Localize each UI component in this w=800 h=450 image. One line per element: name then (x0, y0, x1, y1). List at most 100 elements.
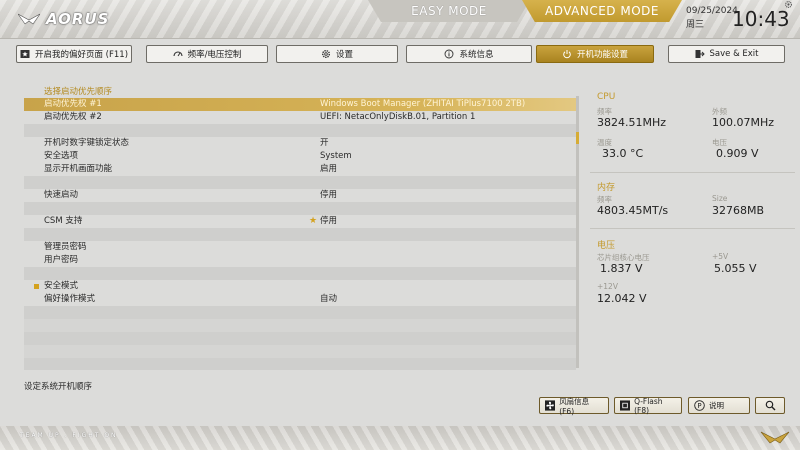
tab-label: 开启我的偏好页面 (F11) (34, 50, 129, 60)
tab-save-exit[interactable]: Save & Exit (668, 45, 785, 63)
list-item-admin-password[interactable]: 管理员密码 (24, 241, 576, 254)
item-label: 用户密码 (44, 255, 79, 265)
item-label: 安全模式 (44, 281, 79, 291)
blank-row (24, 358, 576, 370)
time-display: 10:43 (732, 7, 790, 31)
12v-value: 12.042 V (597, 292, 647, 305)
panel-divider (590, 228, 795, 229)
5v-label: +5V (712, 252, 729, 261)
blank-row (24, 228, 576, 241)
tab-favorites[interactable]: 开启我的偏好页面 (F11) (16, 45, 132, 63)
12v-label: +12V (597, 282, 618, 291)
list-item-fast-boot[interactable]: 快速启动 停用 (24, 189, 576, 202)
list-item-secure-boot[interactable]: 安全模式 (24, 280, 576, 293)
item-value[interactable]: UEFI: NetacOnlyDiskB.01, Partition 1 (320, 111, 475, 124)
blank-row (24, 176, 576, 189)
gear-icon (321, 50, 330, 58)
help-hint-text: 设定系统开机顺序 (24, 382, 93, 392)
memory-section-title: 内存 (597, 183, 616, 193)
qflash-label: Q-Flash (F8) (634, 396, 663, 415)
qflash-button[interactable]: Q-Flash (F8) (614, 396, 682, 415)
favorite-star-icon: ★ (309, 216, 318, 226)
item-label: 启动优先权 #1 (44, 99, 102, 109)
cpu-freq-value: 3824.51MHz (597, 116, 667, 129)
5v-value: 5.055 V (714, 262, 757, 275)
tab-label: 设置 (335, 50, 353, 60)
tab-tweaker[interactable]: 频率/电压控制 (146, 45, 268, 63)
list-item-boot-priority-1[interactable]: 启动优先权 #1 Windows Boot Manager (ZHITAI Ti… (24, 98, 576, 111)
date-display: 09/25/2024 周三 (686, 6, 738, 30)
search-icon (765, 400, 775, 411)
tab-settings[interactable]: 设置 (276, 45, 398, 63)
cpu-section-title: CPU (597, 92, 616, 102)
item-label: 管理员密码 (44, 242, 87, 252)
submenu-marker-icon (34, 284, 39, 289)
help-icon: P (694, 400, 705, 411)
star-icon (20, 50, 30, 58)
item-label: 启动优先权 #2 (44, 112, 102, 122)
list-item-security-option[interactable]: 安全选项 System (24, 150, 576, 163)
item-label: 偏好操作模式 (44, 294, 96, 304)
search-button[interactable] (755, 397, 785, 414)
exit-icon (695, 50, 705, 58)
list-item-user-password[interactable]: 用户密码 (24, 254, 576, 267)
blank-row (24, 319, 576, 332)
easy-mode-tab[interactable]: EASY MODE (368, 0, 530, 22)
aorus-logo: AORUS (18, 9, 109, 29)
blank-row (24, 202, 576, 215)
memory-size-value: 32768MB (712, 204, 765, 217)
item-value[interactable]: 停用 (320, 189, 337, 202)
fan-info-button[interactable]: 风扇信息 (F6) (539, 396, 609, 416)
settings-gear-icon[interactable] (784, 0, 793, 9)
voltage-section-title: 电压 (597, 241, 616, 251)
cpu-temp-value: 33.0 °C (602, 147, 644, 160)
item-value[interactable]: System (320, 150, 352, 163)
list-scrollbar[interactable] (576, 96, 579, 368)
item-label: 快速启动 (44, 190, 79, 200)
boot-settings-list: 选择启动优先顺序 启动优先权 #1 Windows Boot Manager (… (24, 82, 576, 370)
list-item-boot-priority-2[interactable]: 启动优先权 #2 UEFI: NetacOnlyDiskB.01, Partit… (24, 111, 576, 124)
info-icon (445, 49, 454, 59)
item-value[interactable]: 停用 (320, 215, 337, 228)
item-value[interactable]: 自动 (320, 293, 337, 306)
item-label: 安全选项 (44, 151, 79, 161)
cpu-volt-value: 0.909 V (716, 147, 759, 160)
help-label: 说明 (709, 401, 724, 410)
fan-icon (545, 400, 556, 411)
item-value[interactable]: Windows Boot Manager (ZHITAI TiPlus7100 … (320, 98, 525, 111)
date-text: 09/25/2024 (686, 6, 738, 16)
tab-system-info[interactable]: 系统信息 (406, 45, 532, 63)
item-value[interactable]: 启用 (320, 163, 337, 176)
chip-icon (620, 400, 631, 411)
power-icon (563, 50, 571, 59)
list-item-boot-logo[interactable]: 显示开机画面功能 启用 (24, 163, 576, 176)
tab-label: 系统信息 (459, 50, 494, 60)
blank-row (24, 332, 576, 345)
advanced-mode-tab[interactable]: ADVANCED MODE (522, 0, 682, 22)
logo-text: AORUS (46, 10, 110, 28)
tab-label: 开机功能设置 (576, 50, 628, 60)
list-item-preferred-mode[interactable]: 偏好操作模式 自动 (24, 293, 576, 306)
cpu-bclk-value: 100.07MHz (712, 116, 775, 129)
footer-bar (0, 426, 800, 450)
item-label: 开机时数字键锁定状态 (44, 138, 130, 148)
svg-text:P: P (697, 402, 701, 410)
help-button[interactable]: P 说明 (688, 397, 750, 414)
item-label: 显示开机画面功能 (44, 164, 113, 174)
tab-boot[interactable]: 开机功能设置 (536, 45, 654, 63)
eagle-logo-icon (18, 13, 40, 25)
memory-size-label: Size (712, 194, 728, 203)
scrollbar-thumb[interactable] (576, 132, 579, 144)
list-item-numlock[interactable]: 开机时数字键锁定状态 开 (24, 137, 576, 150)
fan-info-label: 风扇信息 (F6) (559, 396, 590, 416)
footer-slogan: TEAM UP . FIGHT ON (20, 432, 118, 439)
item-label: CSM 支持 (44, 216, 83, 226)
tab-label: Save & Exit (709, 49, 759, 59)
list-item-csm-support[interactable]: CSM 支持 ★ 停用 (24, 215, 576, 228)
tab-label: 频率/电压控制 (187, 50, 242, 60)
speedometer-icon (173, 51, 183, 57)
blank-row (24, 124, 576, 137)
hardware-monitor-panel: CPU 频率 外频 3824.51MHz 100.07MHz 温度 电压 33.… (590, 82, 800, 382)
memory-freq-value: 4803.45MT/s (597, 204, 669, 217)
item-value[interactable]: 开 (320, 137, 329, 150)
